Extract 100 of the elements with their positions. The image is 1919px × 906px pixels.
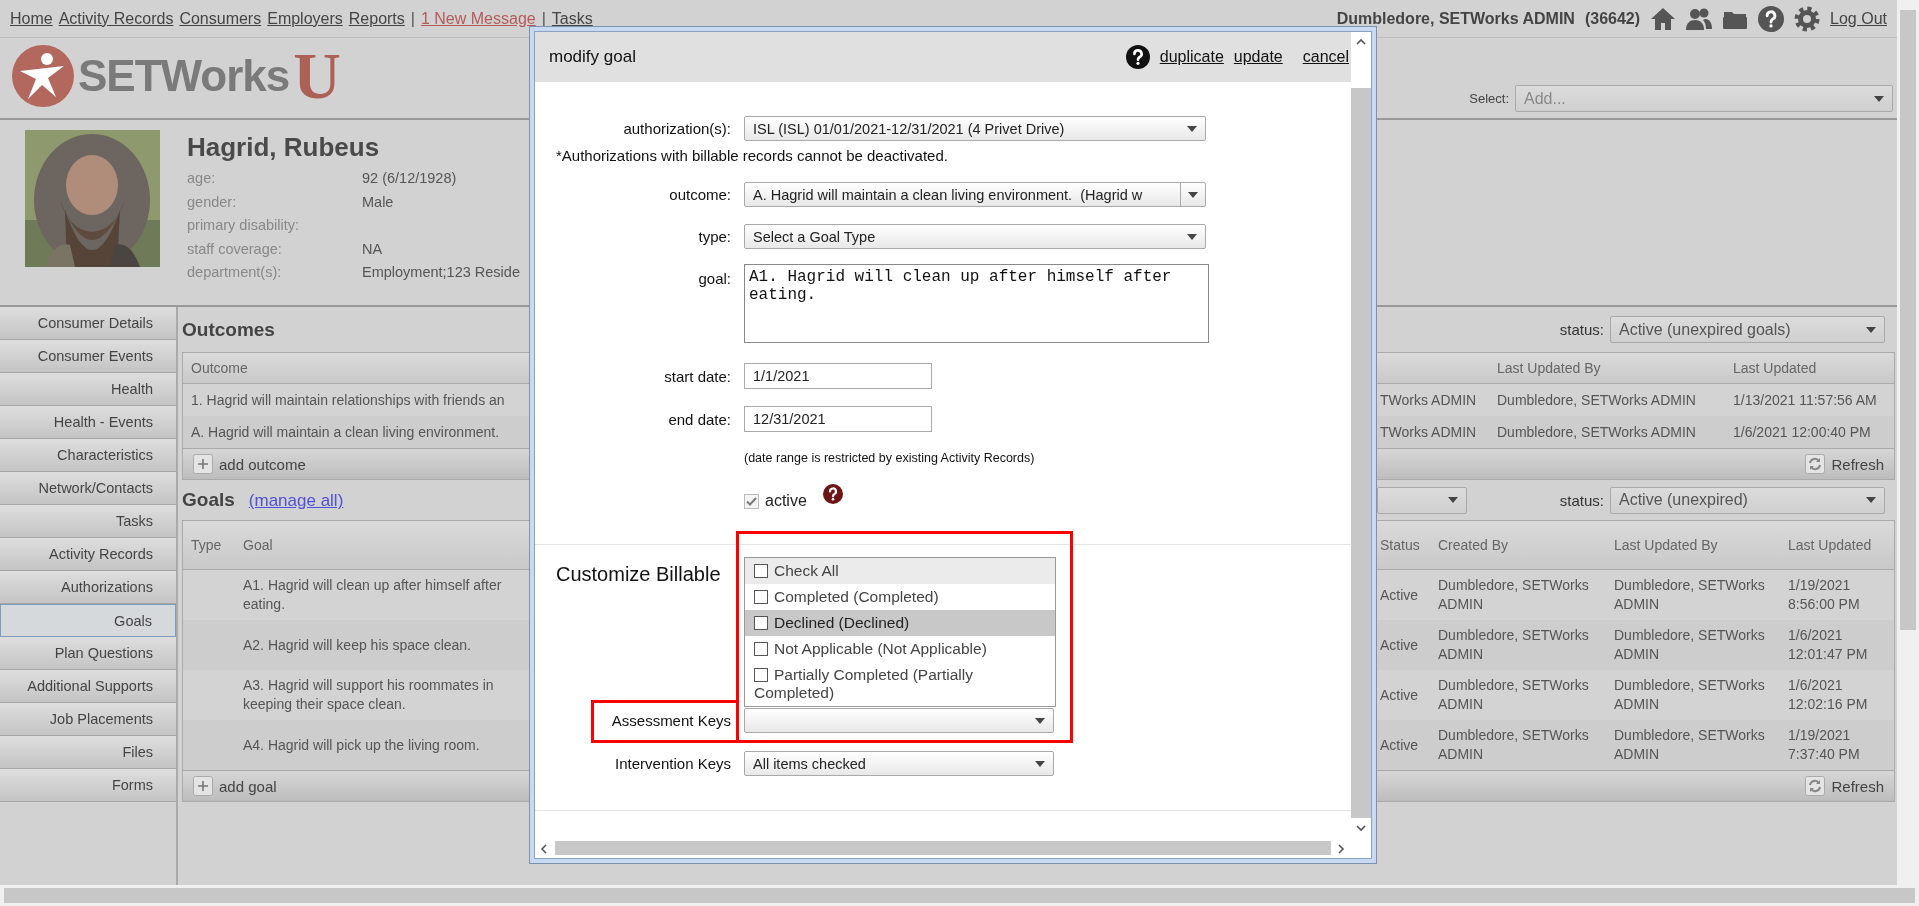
column-header: Status (1380, 537, 1421, 553)
refresh-button[interactable]: Refresh (1805, 776, 1884, 796)
sidebar-item[interactable]: Authorizations (0, 571, 176, 604)
checkbox[interactable] (754, 668, 768, 682)
end-date-field[interactable]: 12/31/2021 (744, 406, 932, 432)
nav-link[interactable]: Employers (267, 9, 343, 28)
nav-link[interactable]: Tasks (551, 9, 593, 28)
sidebar-item[interactable]: Network/Contacts (0, 472, 176, 505)
scrollbar[interactable] (0, 885, 1919, 906)
dropdown-option[interactable]: Declined (Declined) (745, 610, 1055, 636)
home-icon[interactable] (1650, 6, 1677, 31)
action-link[interactable]: duplicate (1159, 48, 1224, 66)
table-cell-text: Dumbledore, SETWorks ADMIN (1614, 576, 1766, 614)
sidebar-item[interactable]: Tasks (0, 505, 176, 538)
nav-link[interactable]: Activity Records (58, 9, 174, 28)
add-goal-button[interactable]: add goal (183, 776, 534, 796)
scrollbar[interactable] (1897, 0, 1919, 885)
dropdown-option[interactable]: Partially Completed (Partially Completed) (745, 662, 1055, 706)
sidebar-item[interactable]: Job Placements (0, 703, 176, 736)
select-label: Select: (1469, 91, 1509, 106)
field-label: age: (187, 169, 217, 188)
sidebar-item[interactable]: Activity Records (0, 538, 176, 571)
checkbox[interactable] (754, 590, 768, 604)
sidebar-item[interactable]: Characteristics (0, 439, 176, 472)
field-label: end date: (667, 410, 731, 428)
sidebar-item[interactable]: Goals (0, 604, 176, 637)
caret-icon (1035, 717, 1045, 724)
start-date-field[interactable]: 1/1/2021 (744, 363, 932, 389)
sidebar-item[interactable]: Forms (0, 769, 176, 802)
sidebar-item[interactable]: Plan Questions (0, 637, 176, 670)
dropdown-option[interactable]: Not Applicable (Not Applicable) (745, 636, 1055, 662)
outcome-select[interactable]: A. Hagrid will maintain a clean living environment. (Hagrid w (744, 182, 1206, 207)
table-cell-text: Dumbledore, SETWorks ADMIN (1497, 424, 1697, 440)
nav-link[interactable]: Reports (348, 9, 405, 28)
add-outcome-button[interactable]: add outcome (183, 454, 534, 474)
help-icon[interactable] (1758, 5, 1785, 32)
table-cell-text: A4. Hagrid will pick up the living room. (243, 735, 481, 755)
field-label: Assessment Keys (610, 712, 731, 729)
people-icon[interactable] (1686, 6, 1713, 31)
checkbox[interactable] (754, 564, 768, 578)
column-header: Outcome (190, 360, 249, 376)
status-select[interactable]: Active (unexpired goals) (1610, 316, 1885, 343)
plus-icon (193, 454, 213, 474)
user-name: Dumbledore, SETWorks ADMIN (1336, 9, 1575, 28)
caret-icon (1874, 95, 1884, 102)
section-title: Customize Billable (556, 563, 721, 586)
refresh-button[interactable]: Refresh (1805, 454, 1884, 474)
note-text: *Authorizations with billable records cannot be deactivated. (555, 147, 949, 164)
caret-icon (1187, 125, 1197, 132)
sidebar-item[interactable]: Additional Supports (0, 670, 176, 703)
column-header: Goal (243, 537, 274, 553)
field-label: staff coverage: (187, 239, 283, 259)
sidebar-item[interactable]: Consumer Events (0, 340, 176, 373)
field-label: department(s): (187, 263, 283, 282)
field-label: type: (697, 228, 731, 245)
column-header: Last Updated (1733, 360, 1818, 376)
chevron-icon[interactable] (1354, 822, 1368, 834)
dropdown-option[interactable]: Completed (Completed) (745, 584, 1055, 610)
table-cell-text: Dumbledore, SETWorks ADMIN (1614, 676, 1766, 714)
field-label: start date: (663, 367, 731, 385)
table-cell-text: Active (1380, 637, 1420, 653)
caret-icon (1866, 497, 1876, 503)
table-cell-text: 1/6/2021 12:01:47 PM (1788, 626, 1869, 664)
caret-icon (1035, 760, 1045, 767)
checkbox[interactable] (754, 642, 768, 656)
column-header: Last Updated By (1497, 360, 1602, 376)
authorization-select[interactable]: ISL (ISL) 01/01/2021-12/31/2021 (4 Privet Drive) (744, 116, 1206, 141)
action-link[interactable]: cancel (1302, 48, 1349, 66)
action-link[interactable]: update (1233, 48, 1283, 66)
sidebar-item[interactable]: Files (0, 736, 176, 769)
settings-icon[interactable] (1794, 5, 1821, 32)
column-header: Created By (1438, 537, 1510, 553)
field-label: gender: (187, 192, 238, 212)
status-label: status: (1559, 491, 1604, 509)
intervention-keys-select[interactable]: All items checked (744, 751, 1054, 776)
sidebar-item[interactable]: Consumer Details (0, 307, 176, 340)
sidebar-item[interactable]: Health - Events (0, 406, 176, 439)
table-cell-text: 1/19/2021 8:56:00 PM (1788, 576, 1861, 614)
status-select[interactable]: Active (unexpired) (1610, 486, 1885, 514)
goal-type-select[interactable]: Select a Goal Type (744, 224, 1206, 249)
goal-field[interactable]: A1. Hagrid will clean up after himself after eating. (744, 264, 1209, 343)
separator: | (410, 9, 415, 28)
checkbox-label: active (765, 492, 807, 510)
logo-text: SETWorks (78, 51, 290, 101)
nav-link[interactable]: Home (10, 9, 53, 28)
help-icon[interactable] (1125, 45, 1150, 69)
dialog-title: modify goal (549, 47, 636, 67)
sidebar-item[interactable]: Health (0, 373, 176, 406)
status-label: status: (1559, 321, 1604, 338)
checkbox[interactable] (754, 616, 768, 630)
table-cell-text: 1/6/2021 12:02:16 PM (1788, 676, 1869, 714)
help-icon[interactable] (822, 484, 843, 504)
logout-link[interactable]: Log Out (1830, 9, 1887, 28)
manage-all-link[interactable]: (manage all) (248, 491, 344, 511)
table-cell-text: Dumbledore, SETWorks ADMIN (1438, 676, 1590, 714)
table-cell-text: 1/19/2021 7:37:40 PM (1788, 726, 1861, 764)
table-cell-text: Dumbledore, SETWorks ADMIN (1438, 576, 1590, 614)
dropdown-option[interactable]: Check All (745, 558, 1055, 584)
nav-link[interactable]: Consumers (179, 9, 262, 28)
table-cell-text: Active (1380, 737, 1420, 753)
